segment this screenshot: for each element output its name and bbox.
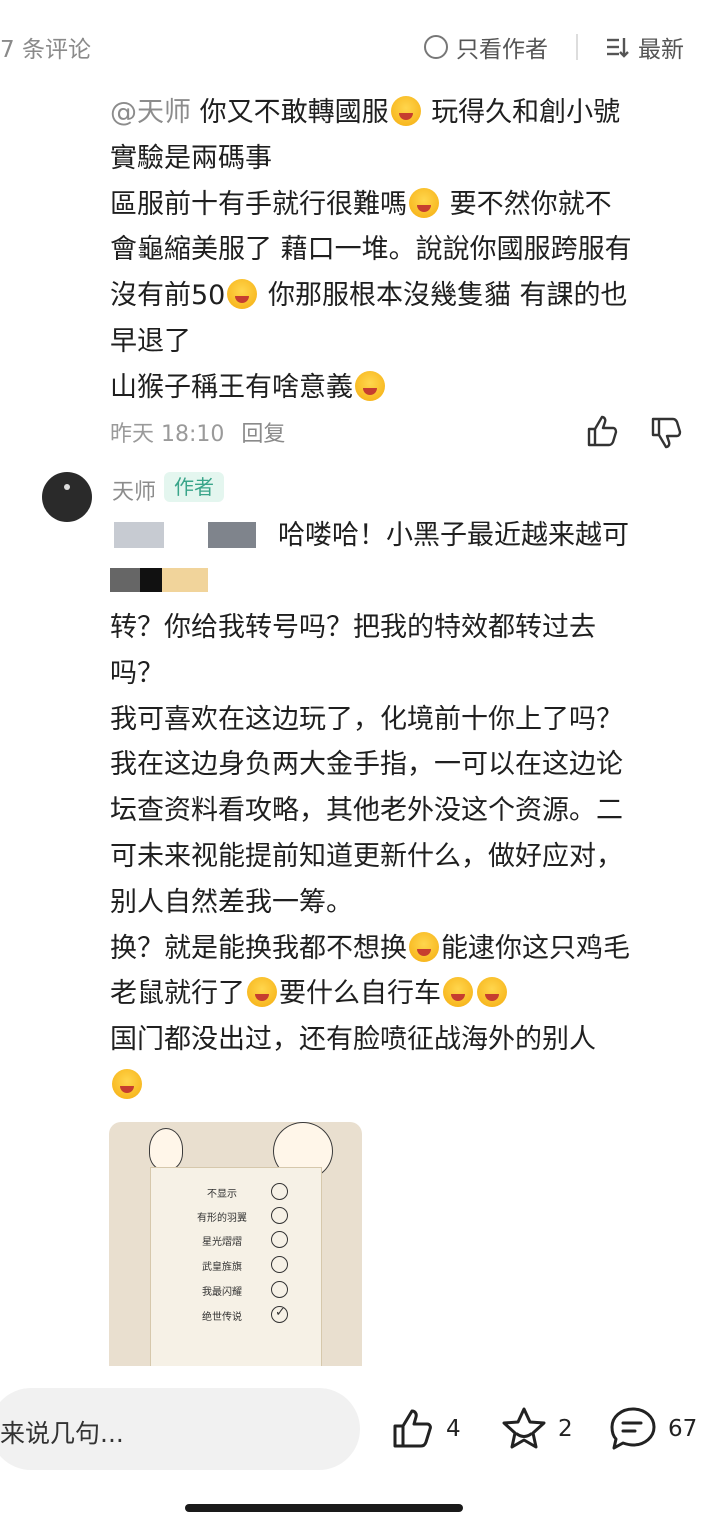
star-icon	[502, 1407, 546, 1449]
thumbs-up-icon	[393, 1409, 432, 1448]
redacted-block	[114, 522, 164, 548]
author-badge: 作者	[164, 472, 224, 502]
laughing-emoji-icon	[390, 96, 421, 126]
comment-text: 转？你给我转号吗？把我的特效都转过去 吗？ 我可喜欢在这边玩了，化境前十你上了吗…	[110, 605, 700, 1109]
radio-icon	[424, 35, 448, 59]
radio-checked-icon: ✓	[271, 1305, 288, 1323]
thumbs-down-icon[interactable]	[648, 414, 686, 452]
radio-icon	[271, 1183, 288, 1200]
shocked-emoji-icon	[443, 977, 473, 1008]
redacted-block	[162, 568, 208, 592]
heart-eyes-emoji-icon	[247, 977, 277, 1008]
check-icon: ✓	[275, 1305, 286, 1320]
redacted-block	[208, 522, 256, 548]
comment-input[interactable]: 来说几句...	[0, 1388, 360, 1470]
option-row: 有形的羽翼	[151, 1204, 323, 1228]
comment-count: 67	[668, 1416, 698, 1442]
smug-emoji-icon	[409, 931, 439, 962]
drooling-emoji-icon	[355, 370, 385, 401]
option-row: 武皇旌旗	[151, 1253, 323, 1277]
option-row: 不显示	[151, 1180, 323, 1204]
mention-link[interactable]: @天师	[110, 97, 191, 128]
reply-button[interactable]: 回复	[241, 422, 285, 447]
comment-button[interactable]: 67	[608, 1404, 697, 1454]
like-button[interactable]: 4	[390, 1404, 461, 1454]
comment-text-line: 哈喽哈！小黑子最近越来越可	[278, 520, 629, 551]
character-illustration	[149, 1128, 183, 1170]
shocked-emoji-icon	[477, 977, 507, 1008]
username[interactable]: 天师	[112, 474, 156, 506]
sort-icon	[607, 38, 629, 58]
option-row: 星光熠熠	[151, 1228, 323, 1252]
like-count: 4	[446, 1416, 461, 1442]
radio-icon	[271, 1207, 288, 1224]
radio-icon	[271, 1256, 288, 1273]
favorite-count: 2	[558, 1416, 573, 1442]
favorite-button[interactable]: 2	[500, 1404, 573, 1454]
option-row: 绝世传说 ✓	[151, 1303, 323, 1327]
divider	[576, 34, 578, 60]
sunglasses-emoji-icon	[409, 187, 439, 218]
comments-header: 7 条评论 只看作者 最新	[0, 0, 720, 96]
redacted-block	[110, 568, 140, 592]
smug-emoji-icon	[227, 279, 258, 310]
avatar[interactable]	[42, 472, 92, 522]
redacted-block	[140, 568, 162, 592]
sort-label: 最新	[638, 37, 684, 63]
comment-count: 7 条评论	[0, 37, 91, 63]
comment-meta: 昨天 18:10 回复	[110, 416, 285, 448]
thumbs-up-icon[interactable]	[584, 412, 622, 450]
options-panel: 不显示 有形的羽翼 星光熠熠 武皇旌旗 我最闪耀 绝世传说 ✓	[150, 1167, 322, 1368]
radio-icon	[271, 1231, 288, 1248]
only-author-label: 只看作者	[456, 37, 548, 63]
only-author-toggle[interactable]: 只看作者	[424, 30, 548, 64]
comment-image[interactable]: 不显示 有形的羽翼 星光熠熠 武皇旌旗 我最闪耀 绝世传说 ✓	[109, 1122, 362, 1368]
comment-text: @天师 你又不敢轉國服 玩得久和創小號 實驗是兩碼事 區服前十有手就行很難嗎 要…	[110, 96, 632, 403]
option-row: 我最闪耀	[151, 1278, 323, 1302]
crying-emoji-icon	[112, 1068, 142, 1099]
comment-time: 昨天 18:10	[110, 422, 225, 447]
chat-bubble-icon	[610, 1407, 656, 1450]
radio-icon	[271, 1281, 288, 1298]
home-indicator[interactable]	[185, 1504, 463, 1512]
comment-input-placeholder: 来说几句...	[0, 1419, 124, 1448]
bottom-action-bar: 来说几句... 4 2 67	[0, 1366, 720, 1524]
sort-button[interactable]: 最新	[604, 30, 684, 64]
